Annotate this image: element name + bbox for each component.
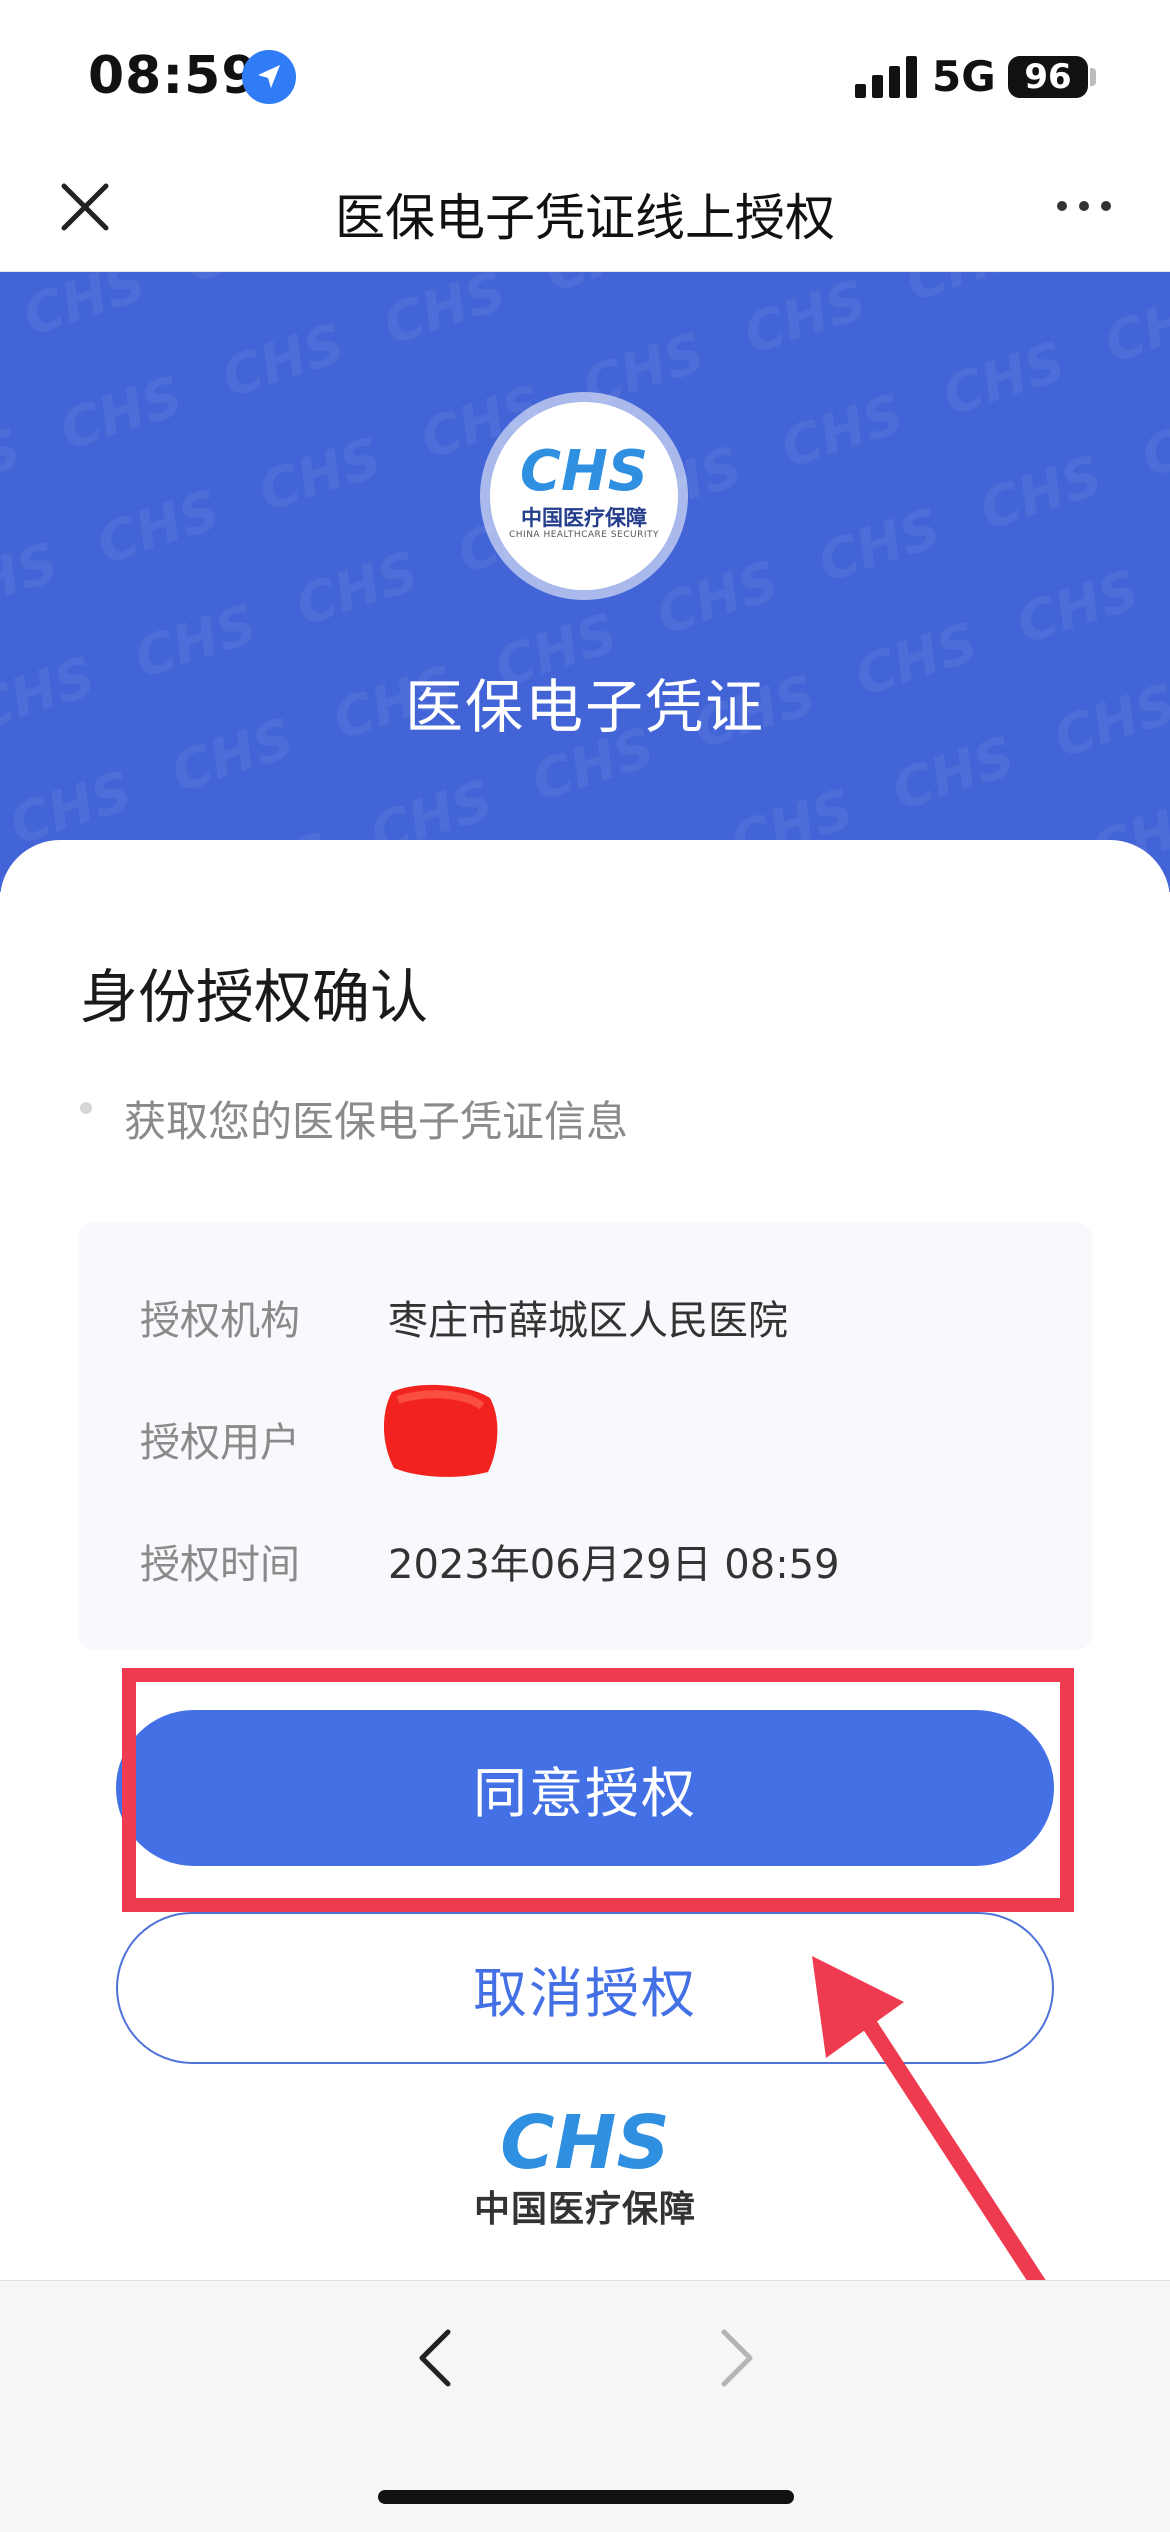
section-title: 身份授权确认 xyxy=(80,963,429,1031)
chs-logo-mark: CHS xyxy=(520,440,648,500)
detail-label-institution: 授权机构 xyxy=(140,1298,300,1344)
svg-text:CHS: CHS xyxy=(500,2106,670,2178)
logo-en-text: CHINA HEALTHCARE SECURITY xyxy=(508,530,660,540)
location-arrow-icon xyxy=(242,50,296,104)
detail-value-time: 2023年06月29日 08:59 xyxy=(388,1542,840,1588)
logo-cn-text: 中国医疗保障 xyxy=(521,506,647,530)
detail-label-time: 授权时间 xyxy=(140,1542,300,1588)
battery-tip xyxy=(1090,68,1096,86)
chevron-left-icon[interactable] xyxy=(412,2326,462,2390)
hero-title: 医保电子凭证 xyxy=(404,673,765,741)
battery-indicator: 96 xyxy=(1008,56,1088,98)
home-indicator xyxy=(378,2490,794,2504)
detail-value-institution: 枣庄市薛城区人民医院 xyxy=(388,1298,788,1344)
detail-label-user: 授权用户 xyxy=(140,1420,300,1466)
agree-authorization-button[interactable]: 同意授权 xyxy=(116,1710,1054,1866)
signal-bars-icon xyxy=(855,56,917,98)
chevron-right-icon[interactable] xyxy=(710,2326,760,2390)
bullet-dot xyxy=(80,1102,92,1114)
status-time: 08:59 xyxy=(88,46,259,106)
cancel-authorization-button[interactable]: 取消授权 xyxy=(116,1912,1054,2064)
more-dots-icon[interactable] xyxy=(1054,196,1114,216)
svg-text:CHS: CHS xyxy=(520,440,648,500)
redaction-mark xyxy=(383,1384,498,1477)
page-title: 医保电子凭证线上授权 xyxy=(335,189,835,247)
footer-chs-logo: CHS xyxy=(500,2106,670,2178)
footer-cn-text: 中国医疗保障 xyxy=(473,2189,696,2230)
scope-item: 获取您的医保电子凭证信息 xyxy=(124,1097,629,1146)
network-type: 5G xyxy=(932,52,996,101)
